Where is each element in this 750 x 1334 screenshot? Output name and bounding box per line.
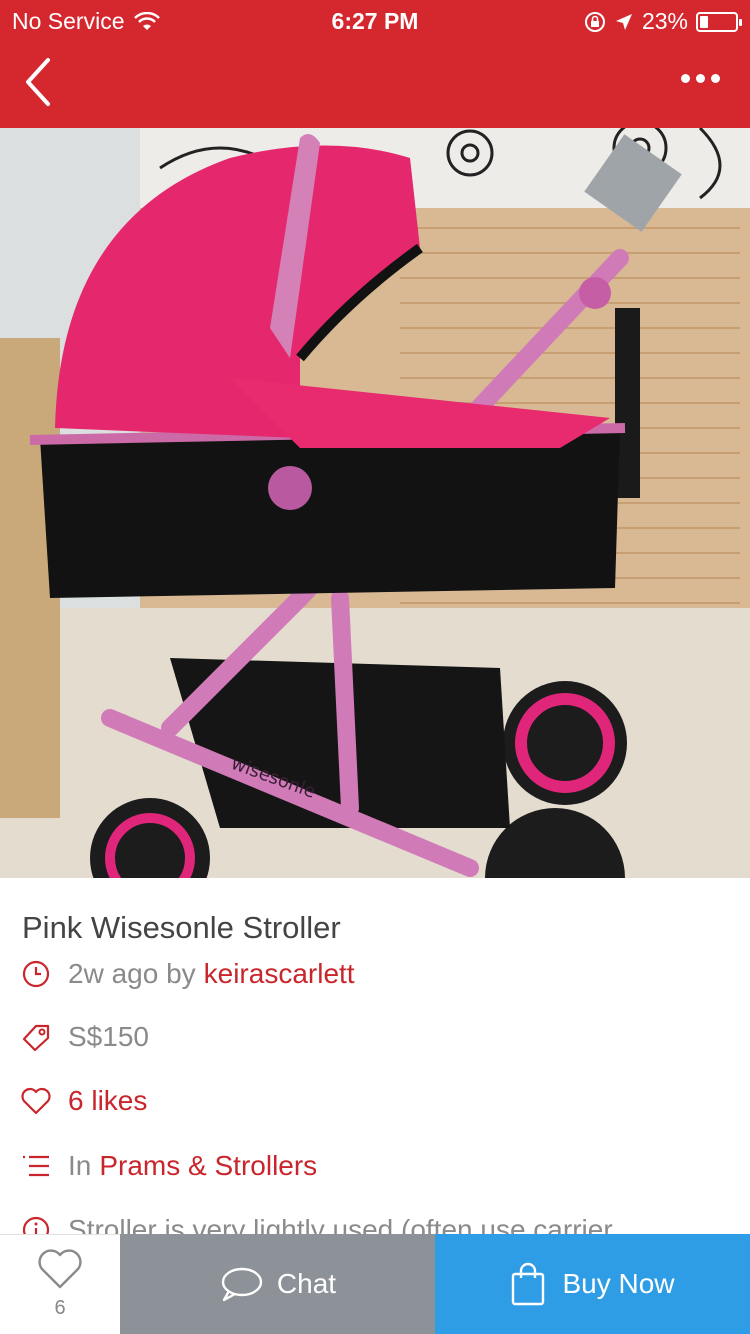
category-row: In Prams & Strollers [20,1150,317,1182]
category-link[interactable]: Prams & Strollers [99,1150,317,1182]
status-bar: No Service 6:27 PM 23% [0,0,750,40]
more-options-button[interactable] [670,58,730,98]
chevron-left-icon [26,58,50,106]
list-icon [20,1150,52,1182]
shopping-bag-icon [512,1262,545,1306]
status-right: 23% [584,8,742,35]
battery-percent: 23% [641,8,688,34]
listing-title: Pink Wisesonle Stroller [22,910,341,945]
like-count: 6 [54,1297,66,1319]
description-text: Stroller is very lightly used (often use… [68,1214,613,1234]
orientation-lock-icon [584,11,605,32]
like-button[interactable]: 6 [0,1234,120,1334]
likes-row: 6 likes [20,1085,147,1117]
chat-bubble-icon [221,1267,263,1302]
bottom-action-bar: 6 Chat Buy Now [0,1234,750,1334]
seller-link[interactable]: keirascarlett [204,958,355,990]
heart-outline-icon [38,1249,82,1289]
posted-row: 2w ago by keirascarlett [20,958,355,990]
chat-button[interactable]: Chat [120,1234,435,1334]
battery-icon [696,11,742,32]
listing-details: Pink Wisesonle Stroller 2w ago by keiras… [0,878,750,1234]
nav-bar [0,40,750,128]
clock-icon [20,958,52,990]
stroller-image: wisesonle [0,128,750,878]
description-row: Stroller is very lightly used (often use… [20,1214,613,1234]
heart-icon [20,1085,52,1117]
buy-now-button[interactable]: Buy Now [435,1234,750,1334]
posted-ago: 2w ago by [68,958,196,989]
likes-link[interactable]: 6 likes [68,1085,147,1117]
price-row: S$150 [20,1021,149,1053]
more-dot [695,73,705,83]
price-value: S$150 [68,1021,149,1052]
category-prefix: In [68,1150,92,1181]
price-tag-icon [20,1021,52,1053]
listing-photo[interactable]: wisesonle [0,128,750,878]
more-dot [710,73,720,83]
back-button[interactable] [18,52,68,112]
location-arrow-icon [615,13,632,30]
chat-label: Chat [276,1268,337,1299]
more-dot [680,73,690,83]
info-icon [20,1214,52,1234]
buy-label: Buy Now [562,1268,675,1299]
top-header: No Service 6:27 PM 23% [0,0,750,128]
